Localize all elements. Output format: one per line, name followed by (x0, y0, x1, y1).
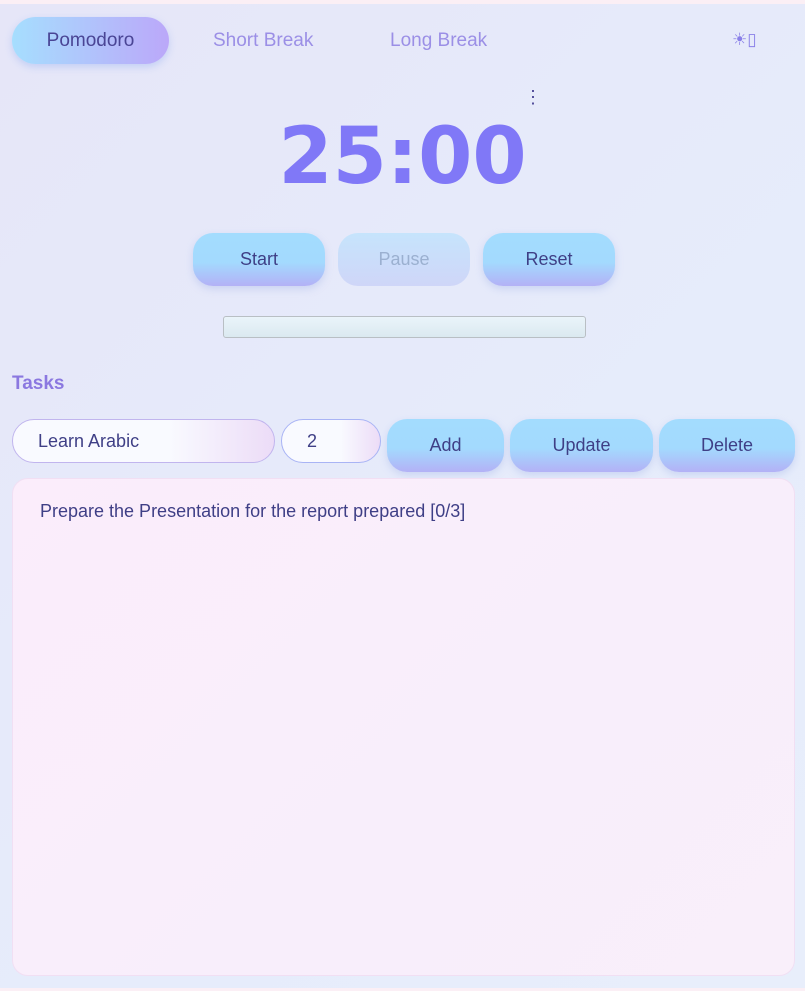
theme-toggle-sun-icon[interactable]: ☀▯ (732, 30, 757, 50)
more-vertical-icon[interactable]: ⋮ (524, 88, 542, 106)
pomodoro-count-input[interactable]: 2 (281, 419, 381, 463)
add-task-button[interactable]: Add (387, 419, 504, 472)
reset-button[interactable]: Reset (483, 233, 615, 286)
timer-display: 25:00 (278, 112, 527, 202)
task-list[interactable]: Prepare the Presentation for the report … (12, 478, 795, 976)
delete-task-button[interactable]: Delete (659, 419, 795, 472)
tab-long-break[interactable]: Long Break (390, 17, 487, 64)
pomodoro-app: Pomodoro Short Break Long Break ☀▯ ⋮ 25:… (0, 4, 805, 988)
progress-bar (223, 316, 586, 338)
tab-short-break[interactable]: Short Break (213, 17, 313, 64)
start-button[interactable]: Start (193, 233, 325, 286)
update-task-button[interactable]: Update (510, 419, 653, 472)
tab-pomodoro[interactable]: Pomodoro (12, 17, 169, 64)
pause-button[interactable]: Pause (338, 233, 470, 286)
list-item[interactable]: Prepare the Presentation for the report … (13, 479, 794, 522)
task-name-input[interactable]: Learn Arabic (12, 419, 275, 463)
tasks-heading: Tasks (12, 373, 65, 394)
